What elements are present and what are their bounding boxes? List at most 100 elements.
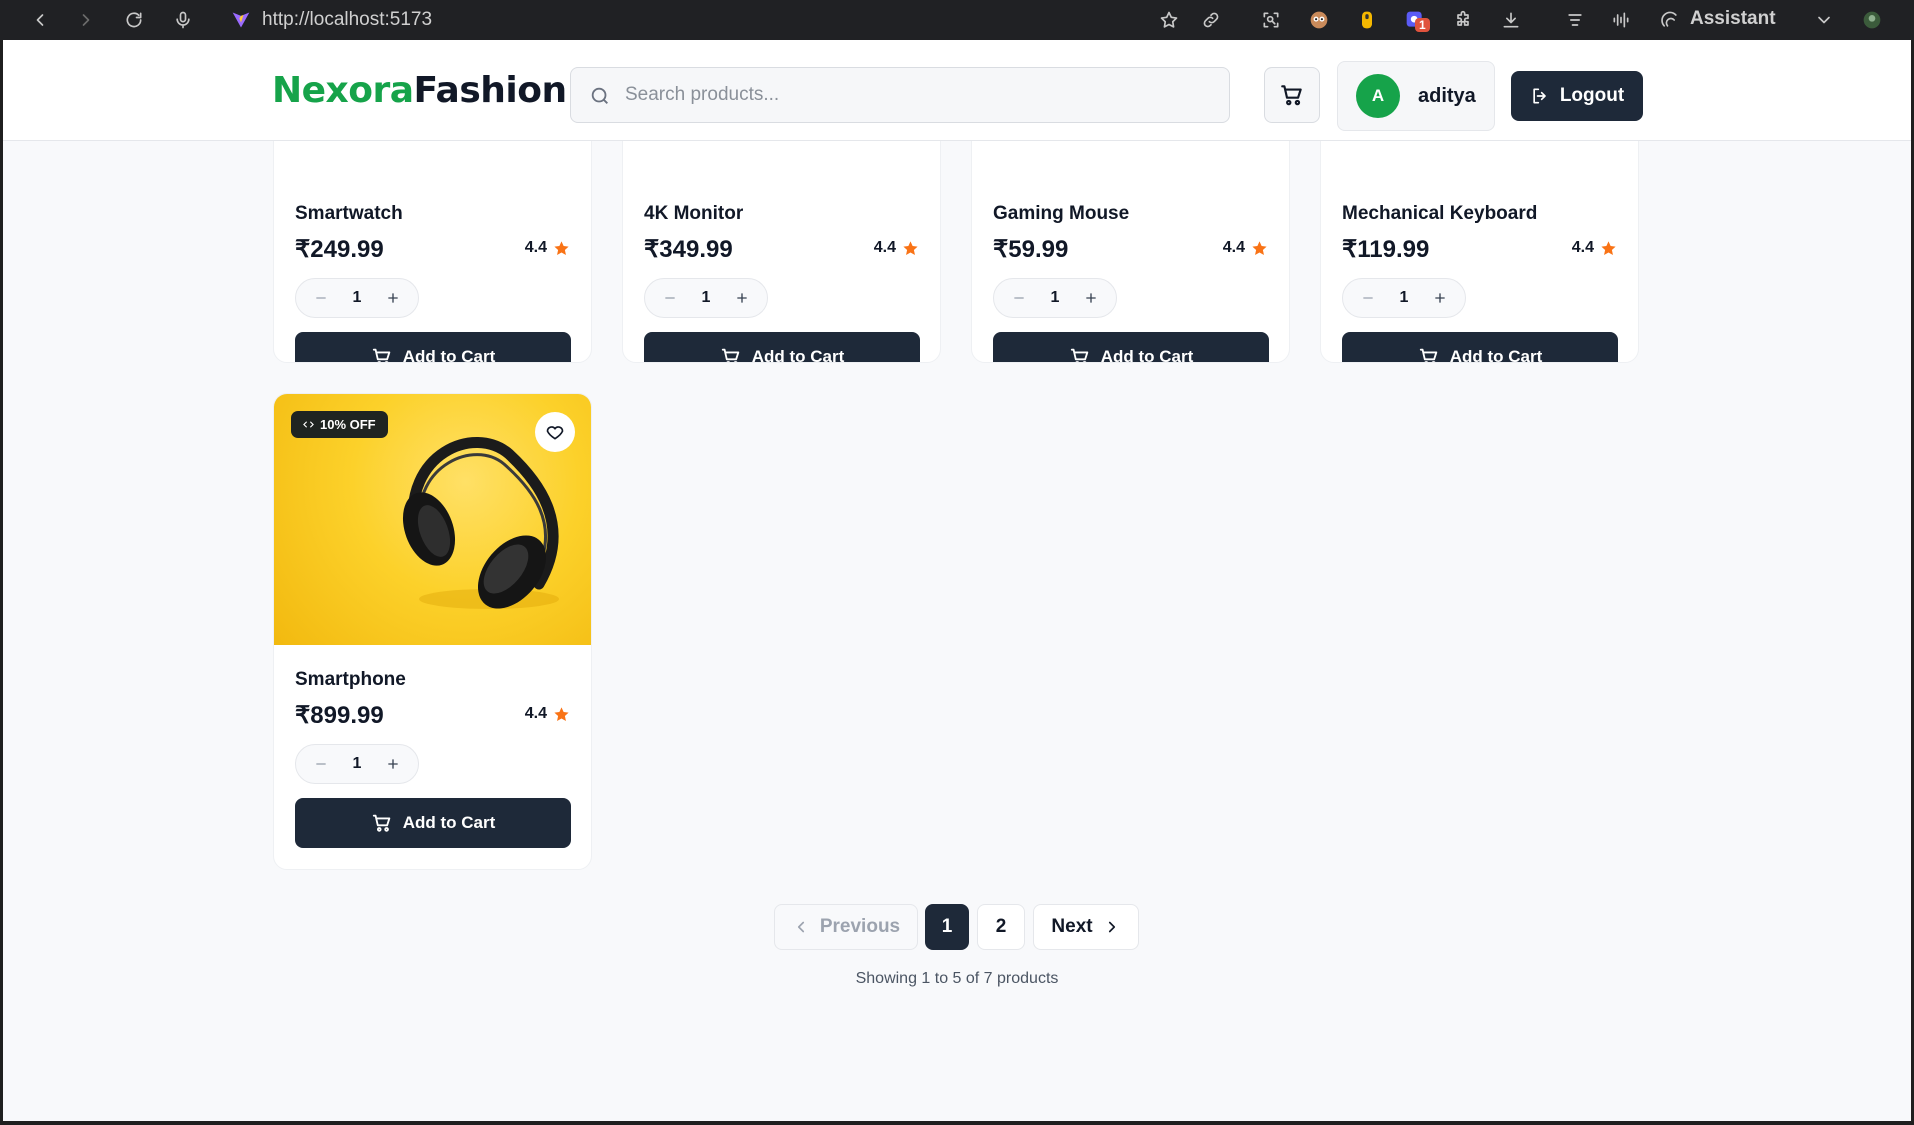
increase-quantity-button[interactable] bbox=[1080, 287, 1102, 309]
increase-quantity-button[interactable] bbox=[382, 287, 404, 309]
next-page-button[interactable]: Next bbox=[1033, 904, 1139, 950]
rating-value: 4.4 bbox=[524, 239, 547, 256]
product-rating: 4.4 bbox=[874, 239, 919, 257]
bookmark-star-icon[interactable] bbox=[1157, 8, 1181, 32]
minus-icon bbox=[316, 763, 326, 765]
add-to-cart-label: Add to Cart bbox=[1449, 347, 1543, 363]
product-name: Gaming Mouse bbox=[993, 203, 1130, 224]
profile-icon[interactable] bbox=[1860, 8, 1884, 32]
logout-button[interactable]: Logout bbox=[1511, 71, 1643, 121]
plus-icon bbox=[1435, 293, 1445, 303]
product-price: ₹59.99 bbox=[993, 236, 1069, 263]
search-box bbox=[570, 67, 1230, 123]
discount-label: 10% OFF bbox=[320, 417, 376, 432]
address-bar[interactable]: http://localhost:5173 bbox=[262, 9, 432, 31]
site-header: NexoraFashion A aditya Logout bbox=[3, 40, 1911, 141]
cart-icon bbox=[1419, 348, 1437, 362]
product-rating: 4.4 bbox=[1572, 239, 1617, 257]
wishlist-button[interactable] bbox=[535, 412, 575, 452]
decrease-quantity-button[interactable] bbox=[310, 753, 332, 775]
username: aditya bbox=[1418, 84, 1476, 107]
search-icon bbox=[591, 87, 608, 104]
increase-quantity-button[interactable] bbox=[382, 753, 404, 775]
discount-badge: 10% OFF bbox=[291, 411, 388, 438]
site-favicon-icon bbox=[229, 8, 253, 32]
product-price: ₹899.99 bbox=[295, 702, 384, 729]
cart-icon bbox=[372, 348, 390, 362]
cart-icon bbox=[1070, 348, 1088, 362]
product-name: Smartphone bbox=[295, 669, 406, 690]
increase-quantity-button[interactable] bbox=[731, 287, 753, 309]
microphone-icon[interactable] bbox=[171, 8, 195, 32]
forward-icon[interactable] bbox=[74, 8, 98, 32]
quantity-stepper: 1 bbox=[644, 278, 768, 318]
add-to-cart-label: Add to Cart bbox=[402, 813, 496, 832]
reload-icon[interactable] bbox=[122, 8, 146, 32]
extensions-puzzle-icon[interactable] bbox=[1451, 8, 1475, 32]
extension-count-badge: 1 bbox=[1415, 18, 1430, 32]
search-input[interactable] bbox=[625, 80, 1215, 110]
extension-badge-icon[interactable]: 1 bbox=[1403, 8, 1430, 32]
assistant-icon[interactable] bbox=[1658, 8, 1682, 32]
results-summary: Showing 1 to 5 of 7 products bbox=[855, 970, 1059, 987]
quantity-value: 1 bbox=[352, 755, 362, 772]
extension-owl-icon[interactable] bbox=[1307, 8, 1331, 32]
plus-icon bbox=[1086, 293, 1096, 303]
assistant-label[interactable]: Assistant bbox=[1690, 8, 1776, 30]
cart-icon bbox=[1281, 85, 1302, 106]
minus-icon bbox=[665, 297, 675, 299]
add-to-cart-label: Add to Cart bbox=[402, 347, 496, 363]
plus-icon bbox=[737, 293, 747, 303]
quantity-stepper: 1 bbox=[993, 278, 1117, 318]
decrease-quantity-button[interactable] bbox=[1008, 287, 1030, 309]
page-1-button[interactable]: 1 bbox=[925, 904, 969, 950]
browser-toolbar: http://localhost:5173 1 Assistant bbox=[0, 0, 1914, 40]
product-rating: 4.4 bbox=[525, 239, 570, 257]
heart-icon bbox=[546, 426, 564, 440]
star-icon bbox=[554, 706, 569, 721]
brand-logo[interactable]: NexoraFashion bbox=[272, 70, 567, 111]
minus-icon bbox=[316, 297, 326, 299]
download-icon[interactable] bbox=[1499, 8, 1523, 32]
product-name: Mechanical Keyboard bbox=[1342, 203, 1538, 224]
product-name: 4K Monitor bbox=[644, 203, 744, 224]
chevron-left-icon bbox=[797, 921, 804, 933]
cart-button[interactable] bbox=[1264, 67, 1320, 123]
back-icon[interactable] bbox=[28, 8, 52, 32]
product-price: ₹119.99 bbox=[1342, 236, 1430, 263]
add-to-cart-button[interactable]: Add to Cart bbox=[295, 332, 571, 363]
user-profile-button[interactable]: A aditya bbox=[1337, 61, 1495, 131]
logo-part-1: Nexora bbox=[272, 70, 414, 111]
rating-value: 4.4 bbox=[524, 705, 547, 722]
cart-icon bbox=[721, 348, 739, 362]
add-to-cart-button[interactable]: Add to Cart bbox=[644, 332, 920, 363]
link-icon[interactable] bbox=[1199, 8, 1223, 32]
add-to-cart-label: Add to Cart bbox=[751, 347, 845, 363]
screenshot-search-icon[interactable] bbox=[1259, 8, 1283, 32]
decrease-quantity-button[interactable] bbox=[659, 287, 681, 309]
increase-quantity-button[interactable] bbox=[1429, 287, 1451, 309]
decrease-quantity-button[interactable] bbox=[1357, 287, 1379, 309]
extension-yellow-icon[interactable] bbox=[1355, 8, 1379, 32]
logo-part-2: Fashion bbox=[413, 70, 568, 111]
star-icon bbox=[1252, 240, 1267, 255]
reading-list-icon[interactable] bbox=[1563, 8, 1587, 32]
audio-wave-icon[interactable] bbox=[1609, 8, 1633, 32]
add-to-cart-button[interactable]: Add to Cart bbox=[993, 332, 1269, 363]
decrease-quantity-button[interactable] bbox=[310, 287, 332, 309]
rating-value: 4.4 bbox=[1571, 239, 1594, 256]
quantity-value: 1 bbox=[1399, 289, 1409, 306]
previous-page-button[interactable]: Previous bbox=[774, 904, 918, 950]
page-viewport: Smartwatch ₹249.99 4.4 1 Add to Cart 4K … bbox=[3, 40, 1911, 1121]
star-icon bbox=[554, 240, 569, 255]
add-to-cart-button[interactable]: Add to Cart bbox=[295, 798, 571, 848]
logout-icon bbox=[1533, 88, 1546, 104]
quantity-value: 1 bbox=[701, 289, 711, 306]
minus-icon bbox=[1014, 297, 1024, 299]
add-to-cart-button[interactable]: Add to Cart bbox=[1342, 332, 1618, 363]
add-to-cart-label: Add to Cart bbox=[1100, 347, 1194, 363]
quantity-stepper: 1 bbox=[1342, 278, 1466, 318]
page-2-button[interactable]: 2 bbox=[977, 904, 1025, 950]
code-icon bbox=[303, 421, 314, 428]
chevron-down-icon[interactable] bbox=[1812, 8, 1836, 32]
